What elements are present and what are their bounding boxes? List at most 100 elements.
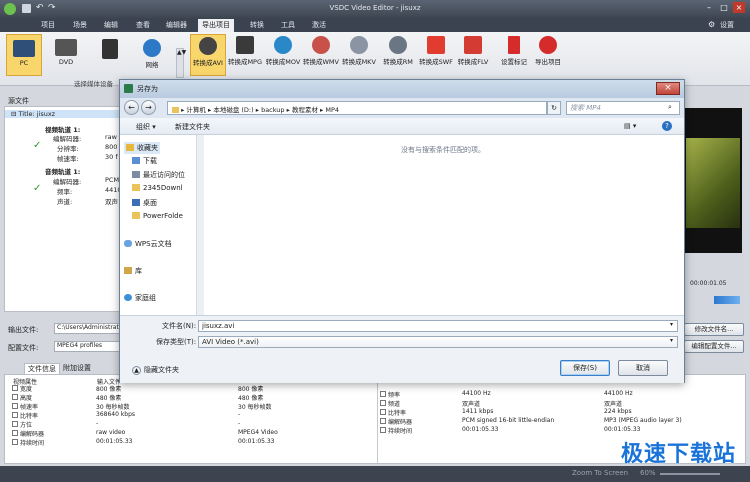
convert-avi-button[interactable]: 转换成AVI <box>190 34 226 76</box>
convert-flv-label: 转换成FLV <box>457 58 489 66</box>
menu-view[interactable]: 查看 <box>136 20 150 30</box>
crumb-computer[interactable]: 计算机 <box>186 106 206 114</box>
nav-powerfolder[interactable]: PowerFolde <box>132 212 183 220</box>
dialog-close-button[interactable]: × <box>656 82 680 95</box>
nav-downloads[interactable]: 下载 <box>132 156 157 166</box>
close-button[interactable]: × <box>733 2 745 13</box>
menu-editor[interactable]: 编辑器 <box>166 20 187 30</box>
crumb-backup[interactable]: backup <box>261 106 285 114</box>
row-checkbox[interactable] <box>12 421 18 427</box>
edit-profile-button[interactable]: 编辑配置文件... <box>684 340 744 353</box>
back-button[interactable]: ← <box>124 100 139 115</box>
filename-label: 文件名(N): <box>162 322 197 330</box>
gear-icon[interactable]: ⚙ <box>708 20 715 29</box>
menu-scene[interactable]: 场景 <box>73 20 87 30</box>
mpg-icon <box>236 36 254 54</box>
minimize-button[interactable]: – <box>703 2 715 13</box>
filename-input[interactable]: jisuxz.avi <box>198 320 678 332</box>
export-icon <box>539 36 557 54</box>
crumb-mp4[interactable]: MP4 <box>325 106 339 114</box>
preview-image <box>686 138 740 228</box>
collapse-icon[interactable]: ⊟ <box>11 110 19 118</box>
hide-folders-toggle[interactable]: ▲ 隐藏文件夹 <box>132 365 179 375</box>
zoom-slider[interactable] <box>660 473 720 475</box>
nav-scrollbar[interactable] <box>196 135 204 315</box>
volume-icon[interactable] <box>714 296 740 304</box>
search-input[interactable]: 搜索 MP4 <box>566 101 680 115</box>
row-checkbox[interactable] <box>12 403 18 409</box>
nav-library[interactable]: 库 <box>124 266 142 276</box>
address-bar[interactable]: ▸ 计算机 ▸ 本地磁盘 (D:) ▸ backup ▸ 教程素材 ▸ MP4 <box>167 101 547 115</box>
convert-wmv-button[interactable]: 转换成WMV <box>303 34 339 76</box>
audio-track-label: 音频轨道 1: <box>45 168 81 176</box>
row-checkbox[interactable] <box>380 391 386 397</box>
refresh-icon[interactable]: ↻ <box>547 101 561 115</box>
device-pc-button[interactable]: PC <box>6 34 42 76</box>
star-icon <box>126 144 134 151</box>
crumb-materials[interactable]: 教程素材 <box>292 106 318 114</box>
dialog-app-icon <box>124 84 133 93</box>
device-phone-button[interactable] <box>92 34 128 76</box>
output-file-label: 输出文件: <box>8 326 39 334</box>
filetype-select[interactable]: AVI Video (*.avi) <box>198 336 678 348</box>
rename-file-button[interactable]: 修改文件名... <box>684 323 744 336</box>
maximize-button[interactable]: □ <box>718 2 730 13</box>
row-checkbox[interactable] <box>12 412 18 418</box>
save-button[interactable]: 保存(S) <box>560 360 610 376</box>
row-checkbox[interactable] <box>380 409 386 415</box>
output-file-field[interactable]: C:\Users\Administrator <box>54 323 120 334</box>
output-value: 30 每秒帧数 <box>238 404 272 411</box>
nav-desktop[interactable]: 桌面 <box>132 198 157 208</box>
set-marker-button[interactable]: 设置标记 <box>496 34 532 76</box>
view-options-icon[interactable]: ▤ ▾ <box>624 122 636 130</box>
output-value: - <box>238 411 241 418</box>
menu-project[interactable]: 项目 <box>41 20 55 30</box>
project-title-row[interactable]: ⊟ Title: jisuxz <box>5 110 123 118</box>
device-scroll-icon[interactable]: ▲▼ <box>176 48 186 78</box>
file-list-area[interactable]: 没有与搜索条件匹配的项。 <box>205 135 684 315</box>
convert-mov-button[interactable]: 转换成MOV <box>265 34 301 76</box>
tab-file-info[interactable]: 文件信息 <box>24 363 60 374</box>
row-checkbox[interactable] <box>380 427 386 433</box>
filetype-dropdown-icon[interactable]: ▾ <box>670 337 673 344</box>
device-dvd-button[interactable]: DVD <box>48 34 84 76</box>
convert-avi-label: 转换成AVI <box>193 59 223 67</box>
new-folder-button[interactable]: 新建文件夹 <box>175 122 210 132</box>
status-bar: Zoom To Screen 60% <box>0 466 750 482</box>
help-icon[interactable]: ? <box>662 121 672 131</box>
convert-mkv-button[interactable]: 转换成MKV <box>341 34 377 76</box>
row-checkbox[interactable] <box>380 418 386 424</box>
convert-flv-button[interactable]: 转换成FLV <box>455 34 491 76</box>
settings-link[interactable]: 设置 <box>720 20 734 30</box>
row-checkbox[interactable] <box>12 394 18 400</box>
profile-select[interactable]: MPEG4 profiles <box>54 341 120 352</box>
convert-swf-button[interactable]: 转换成SWF <box>418 34 454 76</box>
filename-dropdown-icon[interactable]: ▾ <box>670 321 673 328</box>
menu-export[interactable]: 导出项目 <box>198 19 234 32</box>
menu-activate[interactable]: 激活 <box>312 20 326 30</box>
nav-favorites[interactable]: 收藏夹 <box>124 142 160 154</box>
row-checkbox[interactable] <box>12 385 18 391</box>
menu-tools[interactable]: 工具 <box>281 20 295 30</box>
zoom-label[interactable]: Zoom To Screen <box>572 469 628 477</box>
row-checkbox[interactable] <box>12 439 18 445</box>
row-checkbox[interactable] <box>12 430 18 436</box>
organize-button[interactable]: 组织 ▾ <box>136 122 156 132</box>
forward-button[interactable]: → <box>141 100 156 115</box>
convert-mpg-button[interactable]: 转换成MPG <box>227 34 263 76</box>
menu-edit[interactable]: 编辑 <box>104 20 118 30</box>
menu-convert[interactable]: 转换 <box>250 20 264 30</box>
nav-wps-cloud[interactable]: WPS云文档 <box>124 239 172 249</box>
cancel-button[interactable]: 取消 <box>618 360 668 376</box>
nav-recent[interactable]: 最近访问的位 <box>132 170 185 180</box>
export-project-button[interactable]: 导出项目 <box>530 34 566 76</box>
crumb-drive[interactable]: 本地磁盘 (D:) <box>213 106 253 114</box>
nav-homegroup[interactable]: 家庭组 <box>124 293 156 303</box>
tab-extra-settings[interactable]: 附加设置 <box>60 363 94 373</box>
row-checkbox[interactable] <box>380 400 386 406</box>
nav-2345[interactable]: 2345Downl <box>132 184 183 192</box>
source-tree-panel: ⊟ Title: jisuxz 视频轨道 1: 编解码器: raw ✓ 分辨率:… <box>4 106 124 312</box>
source-label: 源文件 <box>8 97 29 105</box>
convert-rm-button[interactable]: 转换成RM <box>380 34 416 76</box>
device-web-button[interactable]: 网络 <box>134 34 170 76</box>
